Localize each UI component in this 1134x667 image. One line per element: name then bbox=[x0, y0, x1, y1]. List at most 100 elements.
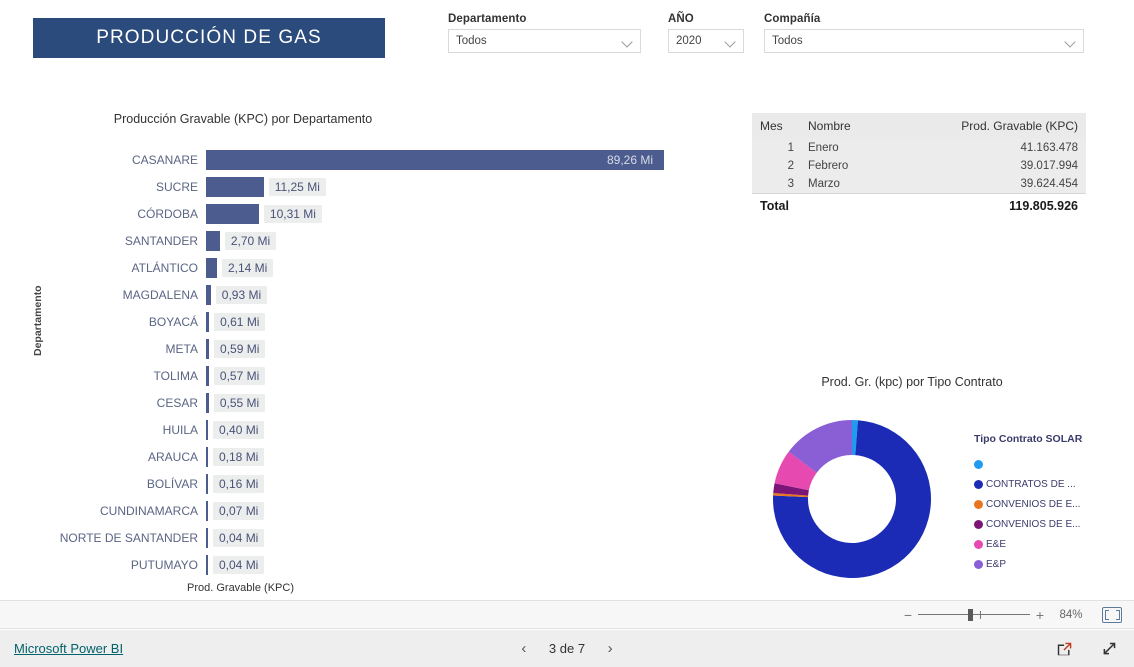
bar-category-label: SANTANDER bbox=[124, 233, 198, 248]
bar-category-label: HUILA bbox=[162, 422, 198, 437]
legend-item-label: CONVENIOS DE E... bbox=[986, 498, 1081, 510]
zoom-in-button[interactable]: + bbox=[1032, 607, 1048, 623]
bar-track: 0,40 Mi bbox=[206, 416, 718, 443]
bar-category-label: CASANARE bbox=[131, 152, 198, 167]
table-total-row: Total 119.805.926 bbox=[752, 193, 1086, 218]
donut-legend-item[interactable]: CONVENIOS DE E... bbox=[974, 494, 1094, 514]
table-col-prod[interactable]: Prod. Gravable (KPC) bbox=[940, 113, 1086, 139]
bar-fill[interactable] bbox=[206, 257, 217, 278]
bar-fill[interactable] bbox=[206, 176, 264, 197]
bar-category-label: CUNDINAMARCA bbox=[99, 503, 198, 518]
bar-fill[interactable] bbox=[206, 338, 210, 359]
bar-row[interactable]: SUCRE 11,25 Mi bbox=[18, 173, 718, 200]
bar-row[interactable]: HUILA 0,40 Mi bbox=[18, 416, 718, 443]
legend-color-dot bbox=[974, 499, 983, 509]
filter-ano-dropdown[interactable]: 2020 bbox=[668, 29, 744, 53]
table-col-nombre[interactable]: Nombre bbox=[800, 113, 940, 139]
bar-category-label: ATLÁNTICO bbox=[131, 260, 198, 275]
bar-row[interactable]: META 0,59 Mi bbox=[18, 335, 718, 362]
bar-row[interactable]: CUNDINAMARCA 0,07 Mi bbox=[18, 497, 718, 524]
page-navigation: ‹ 3 de 7 › bbox=[0, 640, 1134, 657]
zoom-slider-thumb[interactable] bbox=[968, 608, 973, 621]
donut-legend-item[interactable]: E&P bbox=[974, 554, 1094, 574]
monthly-production-table[interactable]: Mes Nombre Prod. Gravable (KPC) 1 Enero 41… bbox=[752, 113, 1086, 218]
legend-color-dot bbox=[974, 459, 983, 469]
table-col-mes[interactable]: Mes bbox=[752, 113, 800, 139]
table-row[interactable]: 1 Enero 41.163.478 bbox=[752, 139, 1086, 157]
bar-fill[interactable] bbox=[206, 554, 208, 575]
bar-fill[interactable] bbox=[206, 284, 211, 305]
donut-chart-svg[interactable] bbox=[770, 417, 950, 582]
donut-legend-item[interactable]: CONTRATOS DE ... bbox=[974, 474, 1094, 494]
bar-fill[interactable] bbox=[206, 500, 208, 521]
table-cell-mes: 1 bbox=[752, 139, 800, 157]
donut-legend-item[interactable]: CONVENIOS DE E... bbox=[974, 514, 1094, 534]
bar-row[interactable]: SANTANDER 2,70 Mi bbox=[18, 227, 718, 254]
bar-track: 0,61 Mi bbox=[206, 308, 718, 335]
bar-row[interactable]: CESAR 0,55 Mi bbox=[18, 389, 718, 416]
chevron-down-icon bbox=[1065, 36, 1076, 47]
bar-track: 0,57 Mi bbox=[206, 362, 718, 389]
bar-fill[interactable] bbox=[206, 446, 208, 467]
bar-fill[interactable] bbox=[206, 203, 259, 224]
fullscreen-icon[interactable] bbox=[1100, 640, 1118, 658]
bar-value-label: 0,59 Mi bbox=[214, 339, 266, 358]
zoom-out-button[interactable]: − bbox=[900, 607, 916, 623]
bar-fill[interactable]: 89,26 Mi bbox=[206, 149, 664, 170]
bar-category-label: NORTE DE SANTANDER bbox=[59, 530, 198, 545]
bar-chart-departamento[interactable]: Producción Gravable (KPC) por Departamen… bbox=[18, 106, 718, 596]
donut-chart-title: Prod. Gr. (kpc) por Tipo Contrato bbox=[821, 375, 1003, 389]
bar-value-label: 0,55 Mi bbox=[213, 393, 266, 412]
filter-ano: AÑO 2020 bbox=[668, 13, 744, 53]
fit-to-page-icon[interactable] bbox=[1102, 606, 1122, 623]
bar-track: 0,18 Mi bbox=[206, 443, 718, 470]
legend-item-label: E&P bbox=[986, 558, 1007, 570]
bar-track: 0,04 Mi bbox=[206, 524, 718, 551]
donut-chart-tipo-contrato[interactable]: Prod. Gr. (kpc) por Tipo Contrato Tipo C… bbox=[752, 375, 1092, 590]
bar-row[interactable]: ARAUCA 0,18 Mi bbox=[18, 443, 718, 470]
bar-fill[interactable] bbox=[206, 527, 208, 548]
bar-row[interactable]: TOLIMA 0,57 Mi bbox=[18, 362, 718, 389]
zoom-slider-tick bbox=[980, 610, 981, 619]
bar-category-label: CESAR bbox=[156, 395, 198, 410]
chevron-left-icon[interactable]: ‹ bbox=[517, 640, 531, 657]
bar-fill[interactable] bbox=[206, 365, 209, 386]
donut-legend-item[interactable]: E&E bbox=[974, 534, 1094, 554]
donut-legend-item[interactable] bbox=[974, 454, 1094, 474]
filter-compania-dropdown[interactable]: Todos bbox=[764, 29, 1084, 53]
bar-row[interactable]: NORTE DE SANTANDER 0,04 Mi bbox=[18, 524, 718, 551]
bar-row[interactable]: MAGDALENA 0,93 Mi bbox=[18, 281, 718, 308]
bar-fill[interactable] bbox=[206, 230, 220, 251]
table-cell-valor: 39.624.454 bbox=[940, 175, 1086, 194]
bar-fill[interactable] bbox=[206, 392, 209, 413]
bar-row[interactable]: BOLÍVAR 0,16 Mi bbox=[18, 470, 718, 497]
filter-departamento-value: Todos bbox=[456, 35, 487, 47]
zoom-slider[interactable] bbox=[918, 608, 1030, 621]
zoom-status-bar: − + 84% bbox=[0, 600, 1134, 629]
filter-compania-label: Compañía bbox=[764, 13, 821, 25]
chevron-right-icon[interactable]: › bbox=[603, 640, 617, 657]
table-row[interactable]: 2 Febrero 39.017.994 bbox=[752, 157, 1086, 175]
bar-fill[interactable] bbox=[206, 473, 208, 494]
bar-fill[interactable] bbox=[206, 419, 209, 440]
bar-track: 0,55 Mi bbox=[206, 389, 718, 416]
chevron-down-icon bbox=[725, 36, 736, 47]
table-row[interactable]: 3 Marzo 39.624.454 bbox=[752, 175, 1086, 194]
bar-row[interactable]: PUTUMAYO 0,04 Mi bbox=[18, 551, 718, 578]
bar-row[interactable]: CASANARE 89,26 Mi bbox=[18, 146, 718, 173]
donut-legend-items: CONTRATOS DE ... CONVENIOS DE E... CONVENI… bbox=[974, 454, 1094, 574]
bar-fill[interactable] bbox=[206, 311, 210, 332]
filter-ano-label: AÑO bbox=[668, 13, 694, 25]
bar-category-label: SUCRE bbox=[155, 179, 198, 194]
bar-row[interactable]: ATLÁNTICO 2,14 Mi bbox=[18, 254, 718, 281]
footer-actions bbox=[1056, 640, 1118, 658]
bar-chart-rows: CASANARE 89,26 Mi SUCRE 11,25 Mi CÓRDOBA 10,3… bbox=[18, 146, 718, 578]
bar-value-label: 89,26 Mi bbox=[606, 152, 653, 167]
zoom-level-value: 84% bbox=[1059, 608, 1083, 621]
filter-departamento-dropdown[interactable]: Todos bbox=[448, 29, 641, 53]
donut-legend: Tipo Contrato SOLAR CONTRATOS DE ... CONV… bbox=[974, 433, 1094, 574]
bar-row[interactable]: BOYACÁ 0,61 Mi bbox=[18, 308, 718, 335]
bar-row[interactable]: CÓRDOBA 10,31 Mi bbox=[18, 200, 718, 227]
share-icon[interactable] bbox=[1056, 640, 1074, 658]
bar-track: 0,16 Mi bbox=[206, 470, 718, 497]
